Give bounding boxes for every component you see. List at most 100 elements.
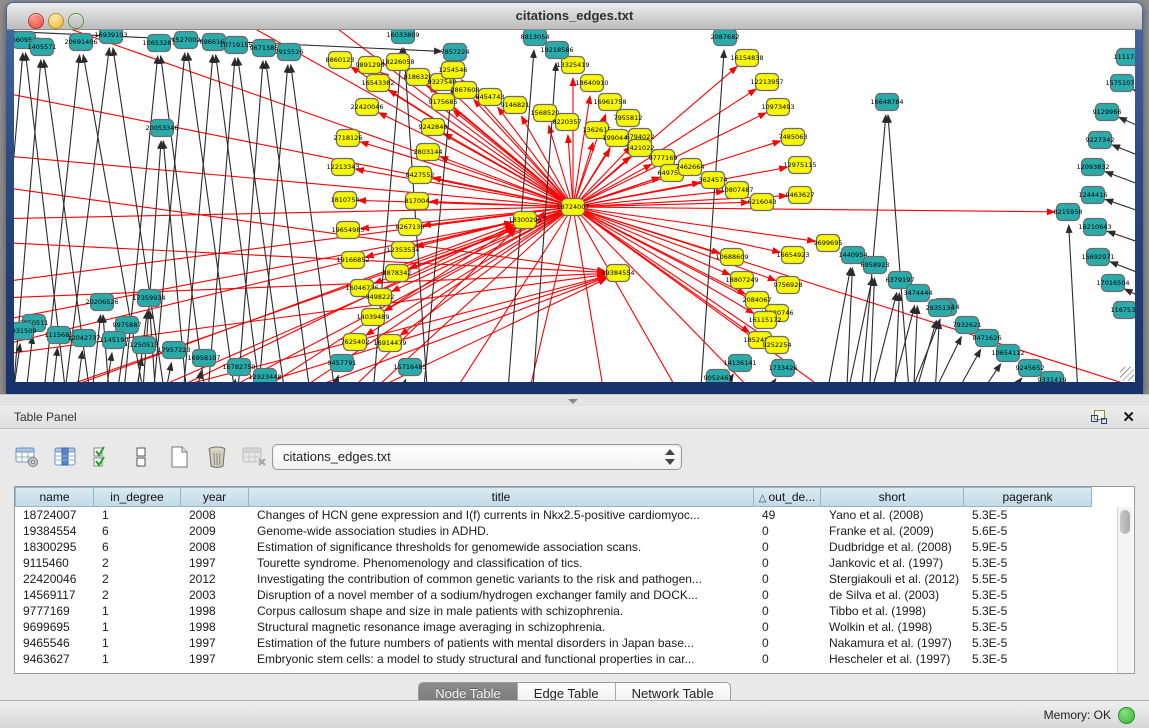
graph-node[interactable]: 1733426 bbox=[769, 360, 798, 377]
graph-node[interactable]: 9175685 bbox=[429, 94, 458, 111]
graph-node[interactable]: 1145190 bbox=[100, 332, 129, 349]
graph-node[interactable]: 2718126 bbox=[334, 130, 363, 147]
table-row[interactable]: 946554611997Estimation of the future num… bbox=[15, 635, 1134, 651]
graph-node[interactable]: 9129966 bbox=[1093, 104, 1122, 121]
row-height-button[interactable] bbox=[128, 444, 154, 470]
delete-table-button[interactable] bbox=[204, 444, 230, 470]
graph-node[interactable]: 1254546 bbox=[439, 62, 468, 79]
graph-node[interactable]: 1250513 bbox=[130, 337, 159, 354]
graph-node[interactable]: 20691406 bbox=[64, 34, 97, 51]
graph-node[interactable]: 9146821 bbox=[501, 97, 530, 114]
citation-network-graph[interactable]: 1872400788601239891296182260581654338281… bbox=[14, 30, 1135, 382]
graph-node[interactable]: 19654985 bbox=[331, 222, 364, 239]
graph-node[interactable]: 6216043 bbox=[748, 194, 777, 211]
graph-node[interactable]: 7625402 bbox=[341, 334, 370, 351]
graph-node[interactable]: 8427552 bbox=[406, 167, 435, 184]
graph-node[interactable]: 19166852 bbox=[336, 252, 369, 269]
table-row[interactable]: 969969511998Structural magnetic resonanc… bbox=[15, 619, 1134, 635]
table-row[interactable]: 1938455462009Genome-wide association stu… bbox=[15, 523, 1134, 539]
graph-node[interactable]: 14136141 bbox=[723, 355, 756, 372]
graph-node[interactable]: 9699695 bbox=[814, 235, 843, 252]
graph-node[interactable]: 9331419 bbox=[1038, 372, 1067, 383]
vertical-scrollbar[interactable] bbox=[1117, 507, 1133, 673]
table-row[interactable]: 1872400712008Changes of HCN gene express… bbox=[15, 507, 1134, 523]
graph-node[interactable]: 12975115 bbox=[783, 157, 816, 174]
graph-node[interactable]: 9891296 bbox=[356, 57, 385, 74]
graph-node[interactable]: 18226058 bbox=[381, 54, 414, 71]
graph-node[interactable]: 9052461 bbox=[704, 370, 733, 383]
select-rows-button[interactable] bbox=[90, 444, 116, 470]
graph-node[interactable]: 3931509 bbox=[14, 323, 36, 340]
graph-node[interactable]: 16210643 bbox=[1078, 219, 1111, 236]
graph-node[interactable]: 1244416 bbox=[1079, 187, 1108, 204]
graph-node[interactable]: 1405571 bbox=[28, 39, 57, 56]
graph-node[interactable]: 16961758 bbox=[593, 94, 626, 111]
graph-node[interactable]: 16648784 bbox=[870, 94, 903, 111]
divider-handle-icon[interactable] bbox=[568, 399, 578, 404]
graph-node[interactable]: 7485063 bbox=[779, 129, 808, 146]
graph-node[interactable]: 8220357 bbox=[553, 114, 582, 131]
graph-node[interactable]: 16154838 bbox=[730, 50, 763, 67]
graph-node[interactable]: 1527002 bbox=[172, 32, 201, 49]
table-row[interactable]: 1830029562008Estimation of significance … bbox=[15, 539, 1134, 555]
table-row[interactable]: 911546021997Tourette syndrome. Phenomeno… bbox=[15, 555, 1134, 571]
graph-node[interactable]: 12093832 bbox=[1076, 159, 1109, 176]
graph-node[interactable]: 9227342 bbox=[1086, 132, 1115, 149]
graph-node[interactable]: 7462664 bbox=[676, 159, 705, 176]
column-header-year[interactable]: year bbox=[181, 487, 249, 507]
column-header-short[interactable]: short bbox=[821, 487, 964, 507]
graph-node[interactable]: 8267130 bbox=[396, 219, 425, 236]
scrollbar-thumb[interactable] bbox=[1120, 510, 1130, 534]
graph-node[interactable]: 7915526 bbox=[275, 44, 304, 61]
graph-node[interactable]: 15692971 bbox=[1081, 249, 1114, 266]
graph-node[interactable]: 16033809 bbox=[386, 30, 419, 44]
graph-node[interactable]: 10807487 bbox=[720, 182, 753, 199]
graph-node[interactable]: 9245652 bbox=[1016, 360, 1045, 377]
create-table-button[interactable] bbox=[166, 444, 192, 470]
close-panel-icon[interactable]: ✕ bbox=[1122, 408, 1135, 426]
column-header-in_degree[interactable]: in_degree bbox=[94, 487, 181, 507]
table-row[interactable]: 2242004622012Investigating the contribut… bbox=[15, 571, 1134, 587]
graph-node[interactable]: 9242848 bbox=[419, 119, 448, 136]
graph-node[interactable]: 10688609 bbox=[715, 249, 748, 266]
graph-node[interactable]: 6958923 bbox=[861, 257, 890, 274]
graph-node[interactable]: 817004 bbox=[405, 193, 430, 210]
graph-node[interactable]: 15751074 bbox=[1105, 75, 1135, 92]
graph-node[interactable]: 9498222 bbox=[366, 289, 395, 306]
graph-node[interactable]: 16654923 bbox=[776, 247, 809, 264]
column-header-title[interactable]: title bbox=[249, 487, 754, 507]
graph-node[interactable]: 9463627 bbox=[786, 187, 815, 204]
graph-node[interactable]: 9457791 bbox=[328, 355, 357, 372]
table-settings-button[interactable] bbox=[14, 444, 40, 470]
graph-node[interactable]: 8878342 bbox=[383, 265, 412, 282]
graph-node[interactable]: 16958107 bbox=[187, 350, 220, 367]
graph-node[interactable]: 1111745 bbox=[1114, 49, 1135, 66]
column-header-name[interactable]: name bbox=[15, 487, 94, 507]
table-row[interactable]: 1456911722003Disruption of a novel membe… bbox=[15, 587, 1134, 603]
graph-node[interactable]: 12213957 bbox=[750, 74, 783, 91]
window-titlebar[interactable]: citations_edges.txt bbox=[7, 3, 1142, 30]
graph-node[interactable]: 2803144 bbox=[414, 144, 443, 161]
graph-node[interactable]: 7955812 bbox=[614, 110, 643, 127]
graph-node[interactable]: 12353534 bbox=[386, 242, 419, 259]
graph-node[interactable]: 8471626 bbox=[973, 330, 1002, 347]
graph-node[interactable]: 2935134 bbox=[926, 300, 955, 317]
graph-node[interactable]: 20206526 bbox=[85, 294, 118, 311]
graph-node[interactable]: 1167533 bbox=[1111, 302, 1135, 319]
graph-node[interactable]: 9756928 bbox=[774, 277, 803, 294]
graph-node[interactable]: 10654112 bbox=[991, 345, 1024, 362]
table-row[interactable]: 977716911998Corpus callosum shape and si… bbox=[15, 603, 1134, 619]
table-row[interactable]: 946362711997Embryonic stem cells: a mode… bbox=[15, 651, 1134, 667]
graph-node[interactable]: 2087682 bbox=[711, 30, 740, 46]
graph-node[interactable]: 16939103 bbox=[94, 30, 127, 44]
table-selector-dropdown[interactable]: citations_edges.txt bbox=[272, 444, 682, 470]
graph-node[interactable]: 8813054 bbox=[521, 30, 550, 46]
window-resize-grip[interactable] bbox=[1120, 367, 1134, 381]
column-header-out_degree[interactable]: △out_de... bbox=[754, 487, 821, 507]
graph-node[interactable]: 9252254 bbox=[763, 337, 792, 354]
graph-node[interactable]: 8860123 bbox=[326, 52, 355, 69]
graph-node[interactable]: 7857224 bbox=[441, 44, 470, 61]
graph-node[interactable]: 3474444 bbox=[904, 285, 933, 302]
column-header-pagerank[interactable]: pagerank bbox=[964, 487, 1092, 507]
graph-node[interactable]: 15716485 bbox=[393, 359, 426, 376]
